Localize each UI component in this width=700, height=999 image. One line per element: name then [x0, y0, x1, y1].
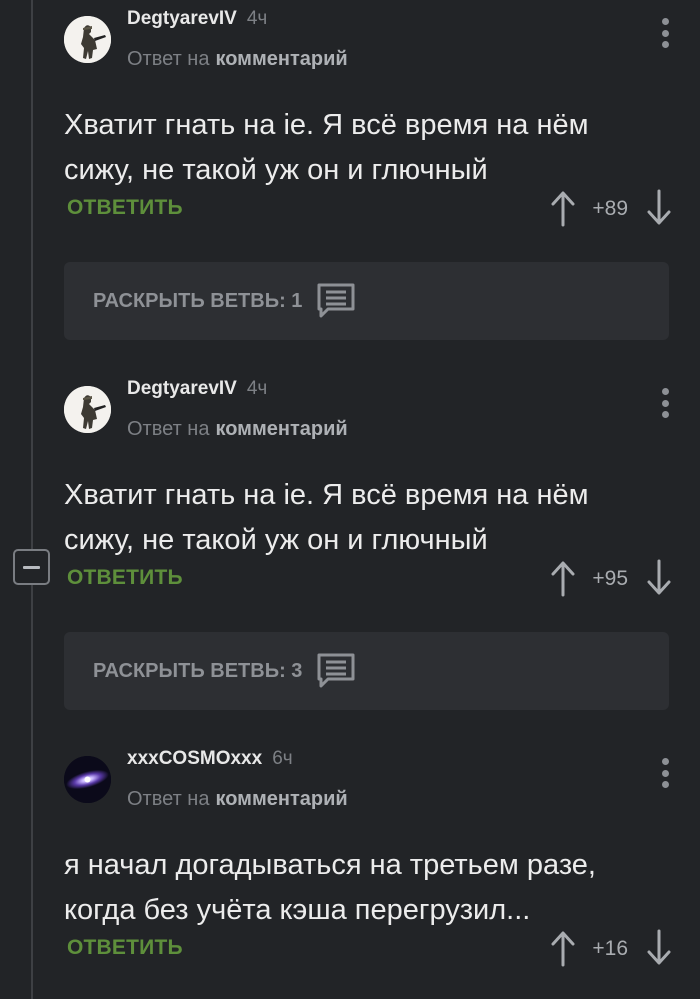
- expand-branch-label: РАСКРЫТЬ ВЕТВЬ: 3: [93, 659, 303, 682]
- reply-to: Ответ на комментарий: [127, 788, 348, 811]
- comment-text: Хватит гнать на ie. Я всё время на нём с…: [64, 103, 684, 193]
- collapse-thread-button[interactable]: [13, 549, 50, 585]
- reply-button[interactable]: ОТВЕТИТЬ: [67, 196, 183, 220]
- comment-actions: ОТВЕТИТЬ +16: [64, 928, 700, 968]
- soldier-avatar-icon: [64, 16, 111, 63]
- author-row: xxxCOSMOxxx 6ч: [127, 748, 293, 770]
- arrow-up-icon[interactable]: [548, 558, 578, 598]
- reply-button[interactable]: ОТВЕТИТЬ: [67, 936, 183, 960]
- author-name[interactable]: xxxCOSMOxxx: [127, 748, 262, 770]
- comment-time: 6ч: [272, 748, 293, 769]
- comment: xxxCOSMOxxx 6ч Ответ на комментарий я нач…: [64, 740, 700, 980]
- soldier-avatar-icon: [64, 386, 111, 433]
- more-vertical-icon[interactable]: [652, 756, 678, 790]
- comment-header: DegtyarevIV 4ч Ответ на комментарий: [64, 370, 700, 440]
- minus-icon: [23, 565, 40, 569]
- arrow-down-icon[interactable]: [644, 188, 674, 228]
- comment-score: +89: [592, 197, 628, 220]
- comment-score: +95: [592, 567, 628, 590]
- comment-header: xxxCOSMOxxx 6ч Ответ на комментарий: [64, 740, 700, 810]
- comments-page: DegtyarevIV 4ч Ответ на комментарий Хвати…: [0, 0, 700, 999]
- comment-actions: ОТВЕТИТЬ +95: [64, 558, 700, 598]
- galaxy-avatar-icon: [64, 756, 111, 803]
- reply-to: Ответ на комментарий: [127, 418, 348, 441]
- comment-text: Хватит гнать на ie. Я всё время на нём с…: [64, 473, 684, 563]
- reply-button[interactable]: ОТВЕТИТЬ: [67, 566, 183, 590]
- expand-branch-label: РАСКРЫТЬ ВЕТВЬ: 1: [93, 289, 303, 312]
- author-name[interactable]: DegtyarevIV: [127, 8, 237, 30]
- reply-prefix: Ответ на: [127, 788, 210, 810]
- reply-to: Ответ на комментарий: [127, 48, 348, 71]
- author-row: DegtyarevIV 4ч: [127, 378, 267, 400]
- comment-actions: ОТВЕТИТЬ +89: [64, 188, 700, 228]
- arrow-up-icon[interactable]: [548, 188, 578, 228]
- reply-target-link[interactable]: комментарий: [215, 418, 347, 440]
- arrow-down-icon[interactable]: [644, 558, 674, 598]
- reply-target-link[interactable]: комментарий: [215, 48, 347, 70]
- comment-text-line: Хватит гнать на ie. Я всё время на нём: [64, 479, 589, 511]
- expand-branch-button[interactable]: РАСКРЫТЬ ВЕТВЬ: 1: [64, 262, 669, 340]
- comment-text: я начал догадываться на третьем разе, ко…: [64, 843, 684, 933]
- more-vertical-icon[interactable]: [652, 16, 678, 50]
- comments-icon: [317, 283, 355, 318]
- comment-score: +16: [592, 937, 628, 960]
- comment: DegtyarevIV 4ч Ответ на комментарий Хвати…: [64, 0, 700, 240]
- comment-time: 4ч: [246, 378, 268, 399]
- comment-text-line: сижу, не такой уж он и глючный: [64, 524, 488, 556]
- more-vertical-icon[interactable]: [652, 386, 678, 420]
- author-name[interactable]: DegtyarevIV: [127, 378, 237, 400]
- avatar[interactable]: [64, 386, 111, 433]
- avatar[interactable]: [64, 16, 111, 63]
- comment-text-line: когда без учёта кэша перегрузил...: [64, 894, 531, 926]
- comment-text-line: я начал догадываться на третьем разе,: [64, 849, 596, 881]
- arrow-down-icon[interactable]: [644, 928, 674, 968]
- reply-prefix: Ответ на: [127, 48, 210, 70]
- expand-branch-button[interactable]: РАСКРЫТЬ ВЕТВЬ: 3: [64, 632, 669, 710]
- reply-prefix: Ответ на: [127, 418, 210, 440]
- thread-line[interactable]: [31, 0, 33, 999]
- arrow-up-icon[interactable]: [548, 928, 578, 968]
- comment-header: DegtyarevIV 4ч Ответ на комментарий: [64, 0, 700, 70]
- comment-text-line: Хватит гнать на ie. Я всё время на нём: [64, 109, 589, 141]
- comment: DegtyarevIV 4ч Ответ на комментарий Хвати…: [64, 370, 700, 610]
- comment-time: 4ч: [246, 8, 268, 29]
- avatar[interactable]: [64, 756, 111, 803]
- author-row: DegtyarevIV 4ч: [127, 8, 267, 30]
- comments-icon: [317, 653, 355, 688]
- reply-target-link[interactable]: комментарий: [215, 788, 347, 810]
- comment-text-line: сижу, не такой уж он и глючный: [64, 154, 488, 186]
